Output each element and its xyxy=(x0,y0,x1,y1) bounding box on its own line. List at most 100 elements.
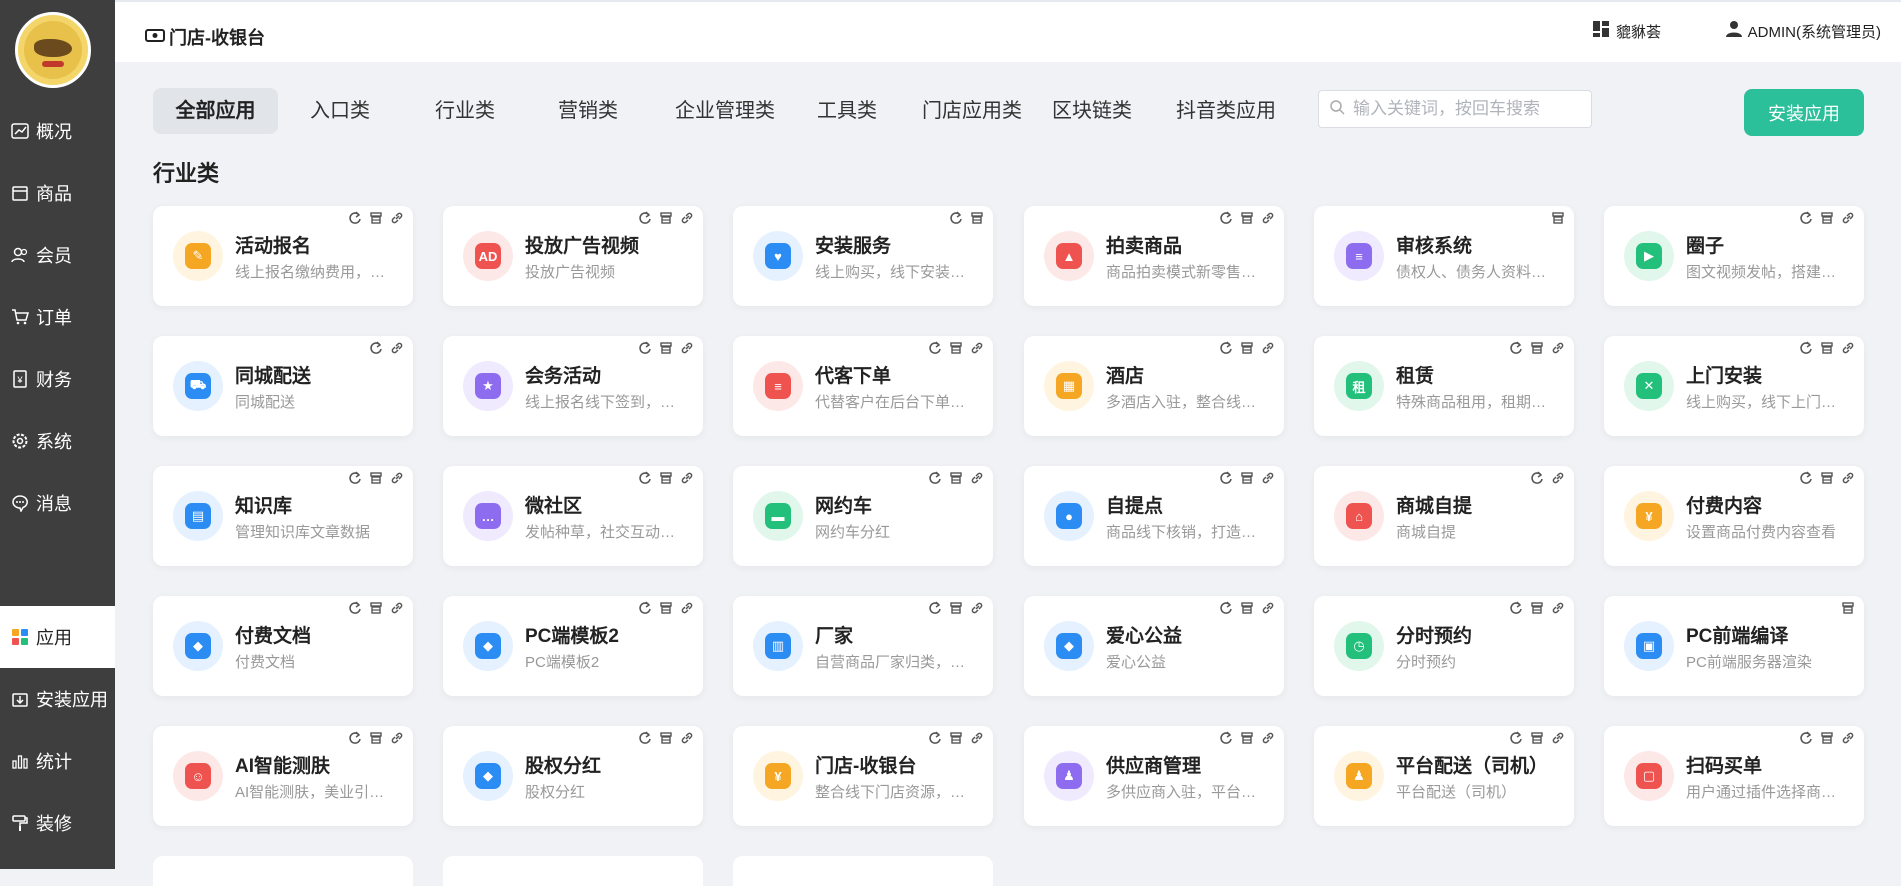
brand-logo[interactable] xyxy=(15,12,91,88)
app-card[interactable]: ★ 会务活动 线上报名线下签到，… xyxy=(443,336,703,436)
store-icon[interactable] xyxy=(1819,730,1835,746)
refresh-icon[interactable] xyxy=(637,340,653,356)
link-icon[interactable] xyxy=(969,600,985,616)
store-icon[interactable] xyxy=(368,600,384,616)
app-card[interactable]: ◆ 付费文档 付费文档 xyxy=(153,596,413,696)
sidebar-item-6[interactable]: 消息 xyxy=(0,472,115,534)
store-icon[interactable] xyxy=(1550,210,1566,226)
app-card[interactable]: ◆ 股权分红 股权分红 xyxy=(443,726,703,826)
app-card[interactable]: ▶ 圈子 图文视频发帖，搭建… xyxy=(1604,206,1864,306)
sidebar-item-8[interactable]: 安装应用 xyxy=(0,668,115,730)
refresh-icon[interactable] xyxy=(637,210,653,226)
app-card[interactable]: ⌂ 商城自提 商城自提 xyxy=(1314,466,1574,566)
sidebar-item-2[interactable]: 会员 xyxy=(0,224,115,286)
refresh-icon[interactable] xyxy=(637,600,653,616)
app-card[interactable]: ♟ 平台配送（司机） 平台配送（司机） xyxy=(1314,726,1574,826)
sidebar-item-4[interactable]: ¥ 财务 xyxy=(0,348,115,410)
shop-switcher[interactable]: 貔貅荟 xyxy=(1592,20,1661,42)
app-card[interactable]: ≡ 审核系统 债权人、债务人资料… xyxy=(1314,206,1574,306)
link-icon[interactable] xyxy=(389,600,405,616)
link-icon[interactable] xyxy=(679,340,695,356)
link-icon[interactable] xyxy=(389,210,405,226)
refresh-icon[interactable] xyxy=(1218,730,1234,746)
refresh-icon[interactable] xyxy=(637,730,653,746)
link-icon[interactable] xyxy=(1550,730,1566,746)
user-menu[interactable]: ADMIN(系统管理员) xyxy=(1725,20,1881,42)
refresh-icon[interactable] xyxy=(1218,210,1234,226)
store-icon[interactable] xyxy=(948,470,964,486)
app-card[interactable]: ¥ 门店-收银台 整合线下门店资源，… xyxy=(733,726,993,826)
link-icon[interactable] xyxy=(1260,730,1276,746)
tab-6[interactable]: 门店应用类 xyxy=(908,88,1036,134)
store-icon[interactable] xyxy=(368,730,384,746)
link-icon[interactable] xyxy=(1260,210,1276,226)
app-card[interactable]: ▣ PC前端编译 PC前端服务器渲染 xyxy=(1604,596,1864,696)
app-card[interactable]: ▥ 厂家 自营商品厂家归类，… xyxy=(733,596,993,696)
refresh-icon[interactable] xyxy=(1798,210,1814,226)
refresh-icon[interactable] xyxy=(368,340,384,356)
store-icon[interactable] xyxy=(1819,340,1835,356)
app-card[interactable]: ≡ 代客下单 代替客户在后台下单… xyxy=(733,336,993,436)
link-icon[interactable] xyxy=(389,340,405,356)
link-icon[interactable] xyxy=(389,730,405,746)
tab-1[interactable]: 入口类 xyxy=(290,88,390,134)
store-icon[interactable] xyxy=(969,210,985,226)
link-icon[interactable] xyxy=(1550,600,1566,616)
app-card[interactable]: ◆ PC端模板2 PC端模板2 xyxy=(443,596,703,696)
app-card-partial[interactable] xyxy=(443,856,703,886)
tab-5[interactable]: 工具类 xyxy=(797,88,897,134)
app-card-partial[interactable] xyxy=(733,856,993,886)
link-icon[interactable] xyxy=(1840,730,1856,746)
refresh-icon[interactable] xyxy=(1218,340,1234,356)
search-box[interactable] xyxy=(1318,90,1592,128)
store-icon[interactable] xyxy=(948,730,964,746)
install-app-button[interactable]: 安装应用 xyxy=(1744,89,1864,136)
refresh-icon[interactable] xyxy=(1218,600,1234,616)
sidebar-item-7[interactable]: 应用 xyxy=(0,606,115,668)
link-icon[interactable] xyxy=(1260,470,1276,486)
refresh-icon[interactable] xyxy=(1508,340,1524,356)
refresh-icon[interactable] xyxy=(347,210,363,226)
link-icon[interactable] xyxy=(969,470,985,486)
link-icon[interactable] xyxy=(969,340,985,356)
store-icon[interactable] xyxy=(368,470,384,486)
store-icon[interactable] xyxy=(658,340,674,356)
sidebar-item-9[interactable]: 统计 xyxy=(0,730,115,792)
app-card[interactable]: ☺ AI智能测肤 AI智能测肤，美业引… xyxy=(153,726,413,826)
app-card[interactable]: ▬ 网约车 网约车分红 xyxy=(733,466,993,566)
refresh-icon[interactable] xyxy=(1218,470,1234,486)
app-card[interactable]: ● 自提点 商品线下核销，打造… xyxy=(1024,466,1284,566)
refresh-icon[interactable] xyxy=(927,600,943,616)
refresh-icon[interactable] xyxy=(637,470,653,486)
app-card-partial[interactable] xyxy=(153,856,413,886)
search-input[interactable] xyxy=(1351,98,1575,120)
store-icon[interactable] xyxy=(1819,210,1835,226)
link-icon[interactable] xyxy=(1840,210,1856,226)
sidebar-item-10[interactable]: 装修 xyxy=(0,792,115,854)
link-icon[interactable] xyxy=(1840,340,1856,356)
refresh-icon[interactable] xyxy=(1508,600,1524,616)
store-icon[interactable] xyxy=(1819,470,1835,486)
store-icon[interactable] xyxy=(1529,730,1545,746)
app-card[interactable]: ♥ 安装服务 线上购买，线下安装… xyxy=(733,206,993,306)
store-icon[interactable] xyxy=(1239,340,1255,356)
refresh-icon[interactable] xyxy=(927,730,943,746)
store-icon[interactable] xyxy=(948,340,964,356)
refresh-icon[interactable] xyxy=(927,470,943,486)
app-card[interactable]: ¥ 付费内容 设置商品付费内容查看 xyxy=(1604,466,1864,566)
app-card[interactable]: 租 租赁 特殊商品租用，租期… xyxy=(1314,336,1574,436)
link-icon[interactable] xyxy=(1260,340,1276,356)
tab-7[interactable]: 区块链类 xyxy=(1042,88,1142,134)
sidebar-item-0[interactable]: 概况 xyxy=(0,100,115,162)
refresh-icon[interactable] xyxy=(347,600,363,616)
store-icon[interactable] xyxy=(1529,600,1545,616)
refresh-icon[interactable] xyxy=(927,340,943,356)
tab-0[interactable]: 全部应用 xyxy=(153,88,278,134)
app-card[interactable]: ◆ 爱心公益 爱心公益 xyxy=(1024,596,1284,696)
refresh-icon[interactable] xyxy=(1798,470,1814,486)
link-icon[interactable] xyxy=(679,730,695,746)
link-icon[interactable] xyxy=(969,730,985,746)
refresh-icon[interactable] xyxy=(347,470,363,486)
link-icon[interactable] xyxy=(1840,470,1856,486)
refresh-icon[interactable] xyxy=(1529,470,1545,486)
